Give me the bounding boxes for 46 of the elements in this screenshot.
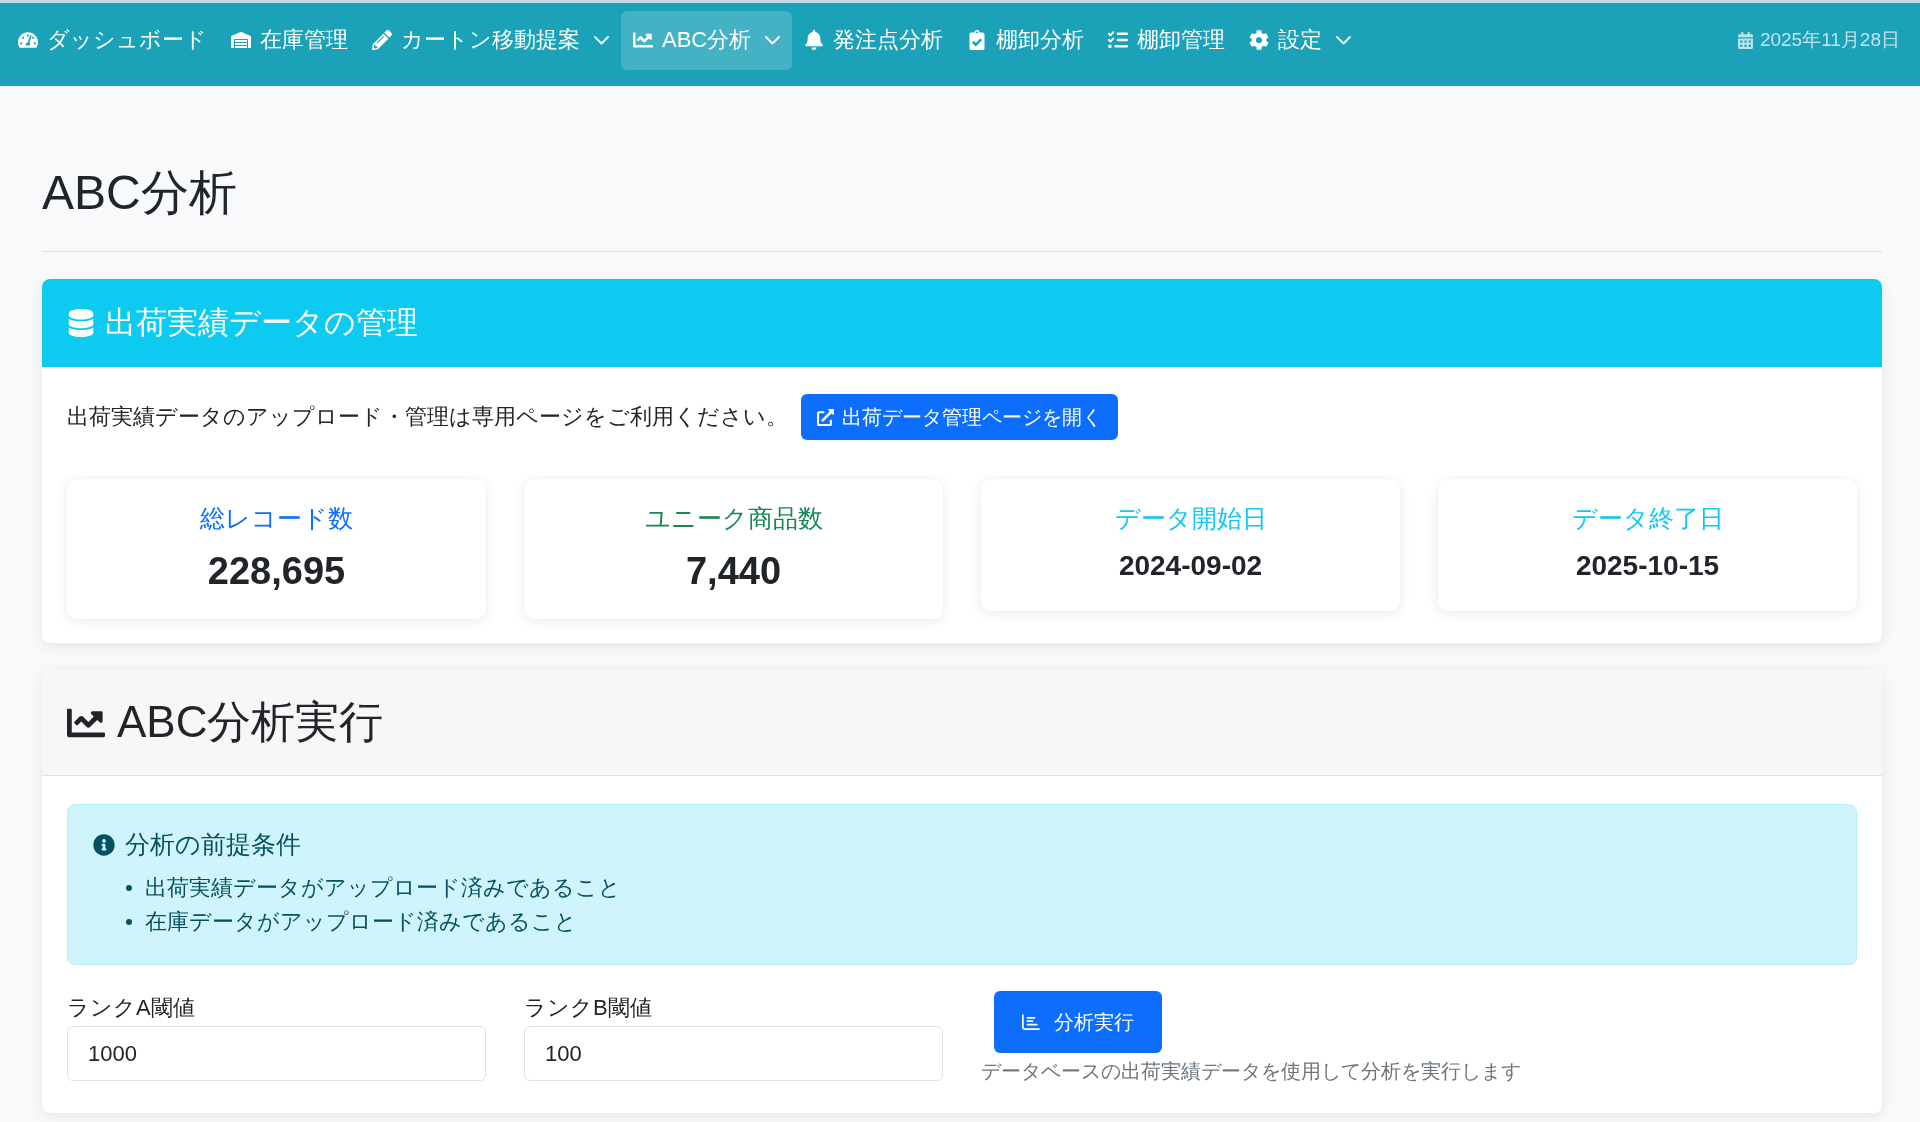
alert-title: 分析の前提条件 — [125, 829, 301, 860]
external-link-icon — [817, 408, 834, 426]
page-title: ABC分析 — [42, 165, 238, 221]
field-label: ランクA閾値 — [67, 994, 195, 1023]
clipboard-check-icon — [967, 30, 988, 50]
bullet-icon — [126, 885, 132, 892]
nav-link[interactable]: 設定 — [1237, 10, 1364, 70]
stat-value: 7,440 — [684, 548, 783, 594]
open-page-button[interactable]: 出荷データ管理ページを開く — [801, 394, 1118, 441]
info-icon — [93, 833, 115, 856]
stat-value: 228,695 — [206, 548, 347, 594]
card-description: 出荷実績データのアップロード・管理は専用ページをご利用ください。 — [67, 403, 788, 432]
settings-icon — [1249, 30, 1270, 50]
card-title: ABC分析実行 — [117, 696, 384, 749]
bullet-icon — [126, 919, 132, 926]
nav-link[interactable]: 在庫管理 — [219, 10, 360, 70]
calendar-icon — [1736, 31, 1754, 49]
nav-link[interactable]: 発注点分析 — [792, 10, 956, 70]
alert-list-item: 出荷実績データがアップロード済みであること — [145, 874, 621, 903]
stat-label: 総レコード数 — [199, 503, 354, 535]
pencil-icon — [372, 30, 392, 50]
alert-list-item: 在庫データがアップロード済みであること — [145, 908, 577, 937]
nav-link[interactable]: 棚卸分析 — [955, 10, 1097, 70]
database-icon — [67, 308, 95, 337]
stat-value: 2024-09-02 — [1117, 548, 1264, 583]
stat-value: 2025-10-15 — [1574, 548, 1721, 583]
current-date: 2025年11月28日 — [1759, 28, 1900, 52]
bell-icon — [804, 30, 825, 50]
run-analysis-button[interactable]: 分析実行 — [994, 991, 1162, 1054]
line-chart-icon — [633, 30, 653, 50]
nav-link[interactable]: ABC分析 — [621, 10, 793, 70]
input-field[interactable]: 1000 — [67, 1026, 486, 1082]
bar-chart-icon — [1022, 1013, 1040, 1032]
nav-link[interactable]: カートン移動提案 — [360, 10, 621, 70]
nav-link[interactable]: ダッシュボード — [6, 10, 219, 70]
input-field[interactable]: 100 — [524, 1026, 943, 1082]
field-label: ランクB閾値 — [524, 994, 652, 1023]
card-title: 出荷実績データの管理 — [105, 303, 418, 342]
checklist-icon — [1108, 30, 1129, 50]
help-text: データベースの出荷実績データを使用して分析を実行します — [981, 1059, 1521, 1085]
stat-label: データ開始日 — [1113, 503, 1268, 535]
stat-label: ユニーク商品数 — [643, 503, 824, 535]
nav-link[interactable]: 棚卸管理 — [1096, 10, 1238, 70]
warehouse-icon — [231, 30, 251, 50]
gauge-icon — [18, 30, 38, 50]
stat-label: データ終了日 — [1570, 503, 1725, 535]
